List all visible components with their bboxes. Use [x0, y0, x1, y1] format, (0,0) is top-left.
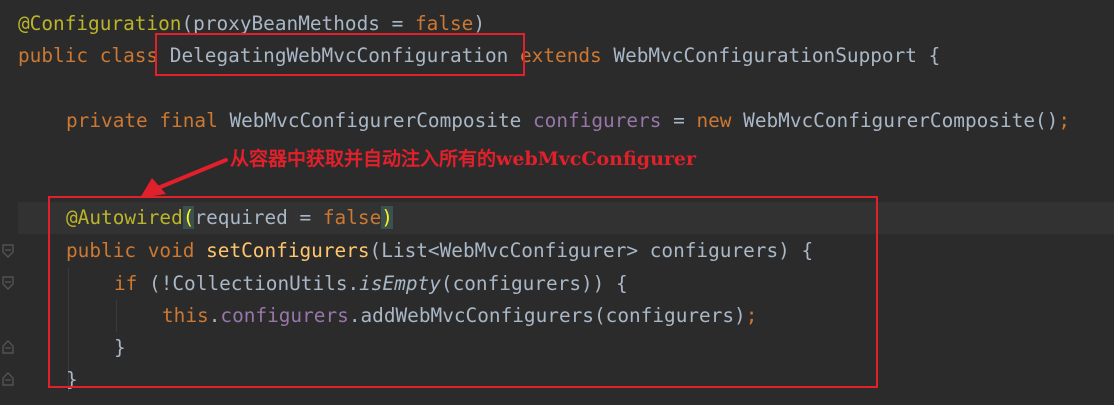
code-editor[interactable]: @Configuration(proxyBeanMethods = false)…	[0, 0, 1114, 405]
arrow-icon	[140, 158, 228, 198]
annotation-label: 从容器中获取并自动注入所有的webMvcConfigurer	[230, 148, 697, 170]
